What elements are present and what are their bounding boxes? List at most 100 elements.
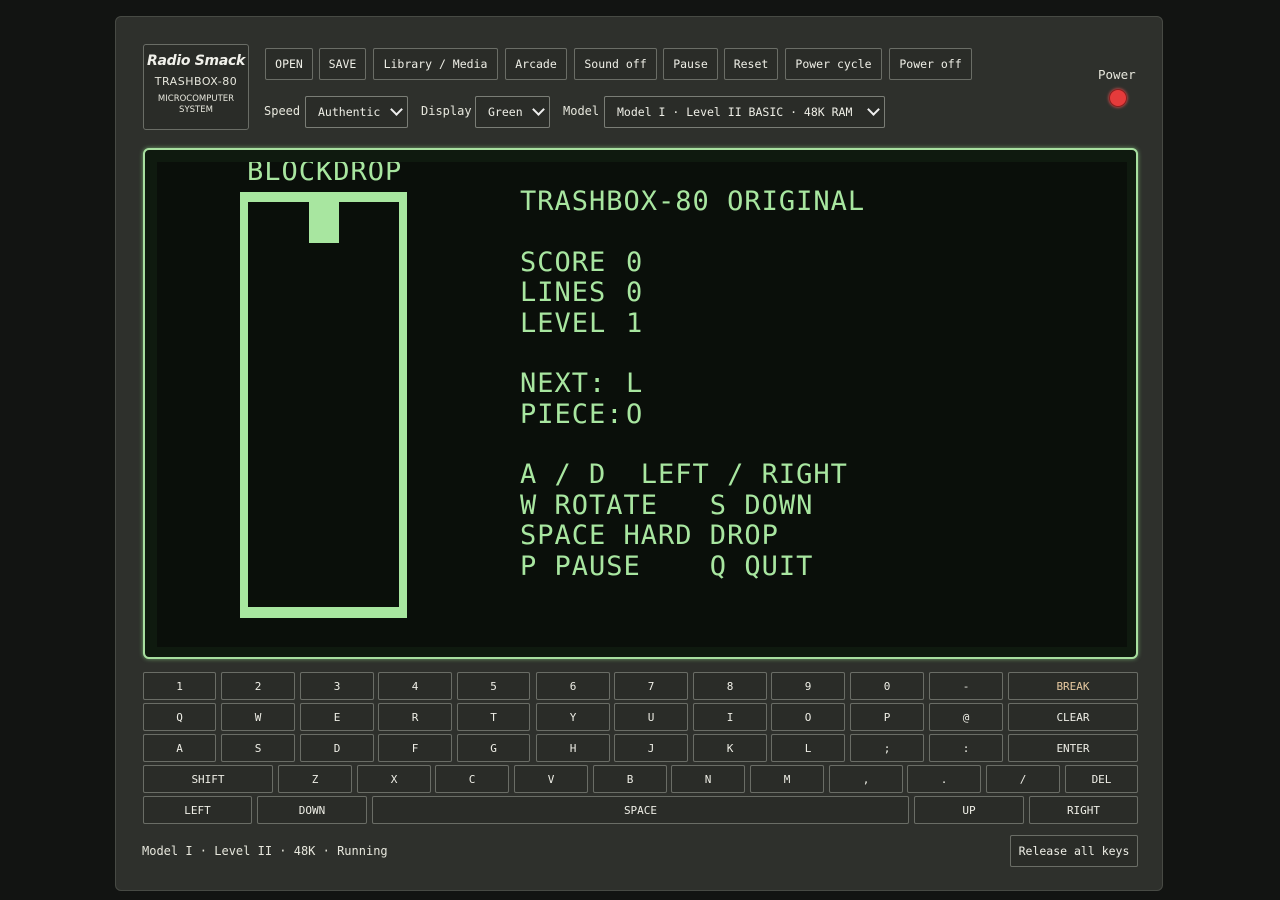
key-z[interactable]: Z (278, 765, 352, 793)
help-line-1: A / D LEFT / RIGHT (520, 459, 848, 490)
key-6[interactable]: 6 (536, 672, 610, 700)
key-clear[interactable]: CLEAR (1008, 703, 1138, 731)
logo-brand: Radio Smack (147, 53, 245, 69)
save-button[interactable]: SAVE (319, 48, 366, 80)
key-3[interactable]: 3 (300, 672, 374, 700)
display-select-value: Green (488, 105, 523, 119)
key-0[interactable]: 0 (850, 672, 924, 700)
pause-button[interactable]: Pause (663, 48, 718, 80)
key-k[interactable]: K (693, 734, 767, 762)
key-n[interactable]: N (671, 765, 745, 793)
key-u[interactable]: U (614, 703, 688, 731)
key-right[interactable]: RIGHT (1029, 796, 1138, 824)
library-media-button[interactable]: Library / Media (373, 48, 498, 80)
brand-logo: Radio Smack TRASHBOX-80 MICROCOMPUTER SY… (143, 44, 249, 130)
key-1[interactable]: 1 (143, 672, 216, 700)
key-comma[interactable]: , (829, 765, 903, 793)
key-down[interactable]: DOWN (257, 796, 367, 824)
key-c[interactable]: C (435, 765, 509, 793)
score-value: 0 (626, 247, 644, 278)
key-t[interactable]: T (457, 703, 530, 731)
key-l[interactable]: L (771, 734, 845, 762)
game-title: BLOCKDROP (247, 162, 403, 187)
chevron-down-icon (532, 103, 545, 116)
logo-sub-line2: SYSTEM (179, 105, 213, 115)
logo-sub-line1: MICROCOMPUTER (157, 94, 235, 104)
model-select[interactable]: Model I · Level II BASIC · 48K RAM (604, 96, 885, 128)
key-at[interactable]: @ (929, 703, 1003, 731)
key-i[interactable]: I (693, 703, 767, 731)
key-slash[interactable]: / (986, 765, 1060, 793)
sound-toggle-button[interactable]: Sound off (574, 48, 657, 80)
key-8[interactable]: 8 (693, 672, 767, 700)
power-cycle-button[interactable]: Power cycle (785, 48, 882, 80)
key-v[interactable]: V (514, 765, 588, 793)
help-line-2: W ROTATE S DOWN (520, 490, 814, 521)
arcade-button[interactable]: Arcade (505, 48, 567, 80)
piece-label: PIECE: (520, 399, 624, 430)
key-x[interactable]: X (357, 765, 431, 793)
playfield-well (248, 202, 399, 607)
key-e[interactable]: E (300, 703, 374, 731)
key-semicolon[interactable]: ; (850, 734, 924, 762)
screen-header: TRASHBOX-80 ORIGINAL (520, 186, 866, 217)
chevron-down-icon (390, 103, 403, 116)
power-label: Power (1098, 67, 1136, 82)
speed-select[interactable]: Authentic (305, 96, 408, 128)
key-o[interactable]: O (771, 703, 845, 731)
key-w[interactable]: W (221, 703, 295, 731)
speed-select-value: Authentic (318, 105, 381, 119)
key-a[interactable]: A (143, 734, 216, 762)
reset-button[interactable]: Reset (724, 48, 778, 80)
key-y[interactable]: Y (536, 703, 610, 731)
key-minus[interactable]: - (929, 672, 1003, 700)
logo-subtitle: MICROCOMPUTER SYSTEM (144, 94, 248, 116)
key-h[interactable]: H (536, 734, 610, 762)
key-left[interactable]: LEFT (143, 796, 252, 824)
status-text: Model I · Level II · 48K · Running (142, 844, 388, 858)
key-9[interactable]: 9 (771, 672, 845, 700)
key-shift[interactable]: SHIFT (143, 765, 273, 793)
power-led-icon (1109, 89, 1127, 107)
chevron-down-icon (867, 103, 880, 116)
key-2[interactable]: 2 (221, 672, 295, 700)
key-q[interactable]: Q (143, 703, 216, 731)
key-up[interactable]: UP (914, 796, 1024, 824)
score-label: SCORE (520, 247, 607, 278)
speed-label: Speed (264, 104, 301, 118)
lines-value: 0 (626, 277, 644, 308)
key-colon[interactable]: : (929, 734, 1003, 762)
key-s[interactable]: S (221, 734, 295, 762)
key-b[interactable]: B (593, 765, 667, 793)
help-line-4: P PAUSE Q QUIT (520, 551, 814, 582)
power-off-button[interactable]: Power off (889, 48, 972, 80)
emulator-case: Radio Smack TRASHBOX-80 MICROCOMPUTER SY… (115, 16, 1163, 891)
lines-label: LINES (520, 277, 607, 308)
display-label: Display (421, 104, 472, 118)
release-all-keys-button[interactable]: Release all keys (1010, 835, 1138, 867)
key-f[interactable]: F (378, 734, 452, 762)
key-p[interactable]: P (850, 703, 924, 731)
key-4[interactable]: 4 (378, 672, 452, 700)
key-period[interactable]: . (907, 765, 981, 793)
key-7[interactable]: 7 (614, 672, 688, 700)
key-5[interactable]: 5 (457, 672, 530, 700)
display-select[interactable]: Green (475, 96, 550, 128)
level-label: LEVEL (520, 308, 607, 339)
key-break[interactable]: BREAK (1008, 672, 1138, 700)
open-button[interactable]: OPEN (265, 48, 313, 80)
key-g[interactable]: G (457, 734, 530, 762)
key-m[interactable]: M (750, 765, 824, 793)
crt-screen-frame: BLOCKDROP TRASHBOX-80 ORIGINAL SCORE 0 L… (143, 148, 1138, 659)
key-r[interactable]: R (378, 703, 452, 731)
help-line-3: SPACE HARD DROP (520, 520, 779, 551)
key-enter[interactable]: ENTER (1008, 734, 1138, 762)
next-value: L (626, 368, 644, 399)
key-space[interactable]: SPACE (372, 796, 909, 824)
crt-display[interactable]: BLOCKDROP TRASHBOX-80 ORIGINAL SCORE 0 L… (157, 162, 1127, 647)
piece-value: O (626, 399, 644, 430)
key-j[interactable]: J (614, 734, 688, 762)
key-d[interactable]: D (300, 734, 374, 762)
logo-model: TRASHBOX-80 (154, 75, 238, 88)
key-del[interactable]: DEL (1065, 765, 1138, 793)
